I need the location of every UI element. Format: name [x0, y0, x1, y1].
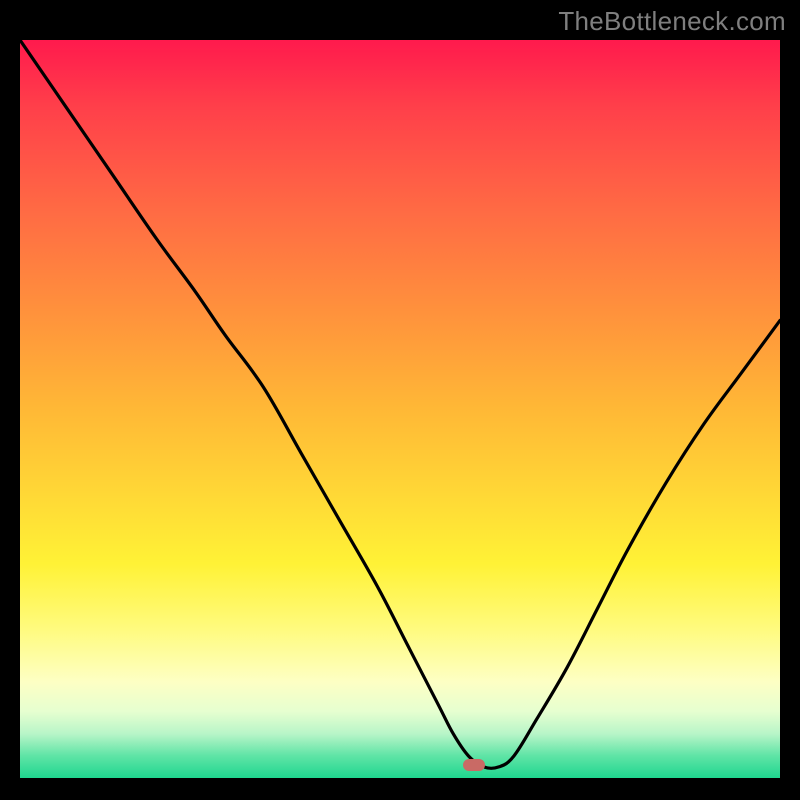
- watermark-text: TheBottleneck.com: [558, 6, 786, 37]
- chart-frame: TheBottleneck.com: [0, 0, 800, 800]
- optimal-point-marker: [463, 759, 485, 771]
- bottleneck-curve: [20, 40, 780, 778]
- plot-area: [20, 40, 780, 778]
